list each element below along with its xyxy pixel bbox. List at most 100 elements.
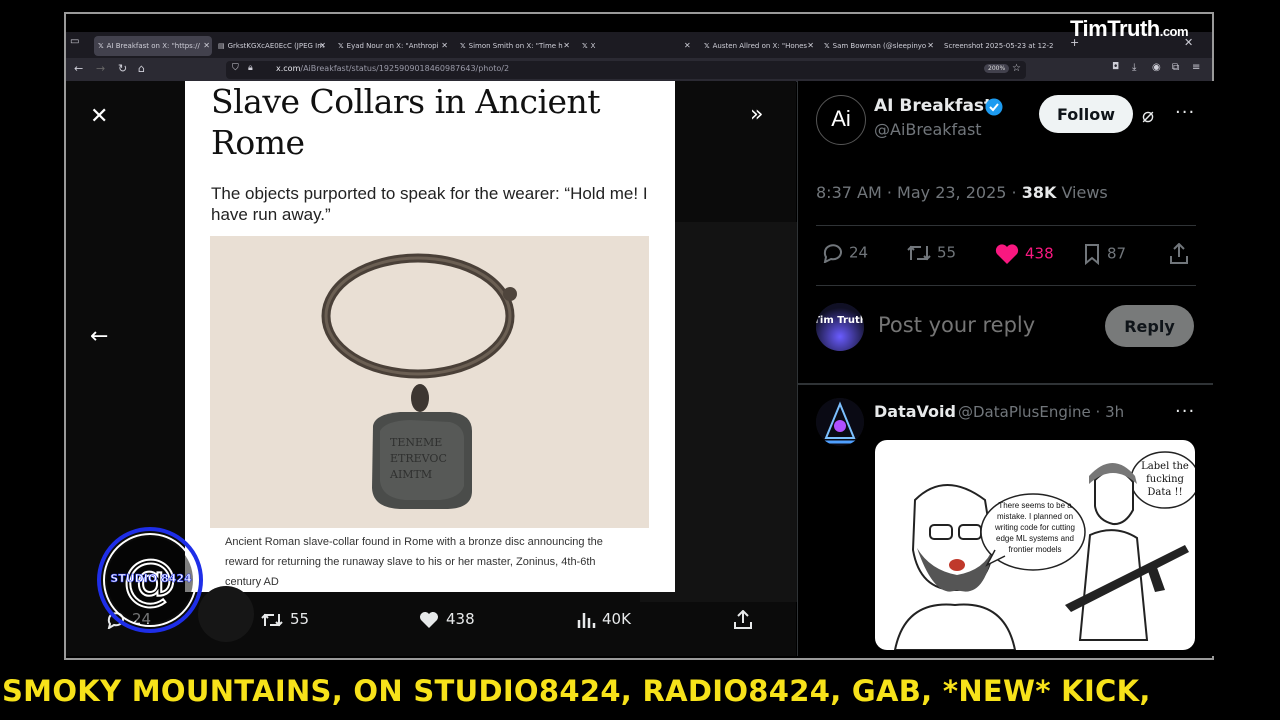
watermark-main: TimTruth [1070,16,1160,41]
watermark-suffix: .com [1159,24,1189,39]
tab-6[interactable]: 𝕏 Sam Bowman (@sleepinyo ✕ [824,36,936,56]
menu-icon[interactable]: ≡ [1192,62,1200,73]
collar-illustration: TENEME ETREVOC AIMTM [321,253,517,509]
viewer-repost-count: 55 [290,610,310,628]
studio-8424-logo: @ STUDIO 8424 [96,526,206,636]
close-icon[interactable]: ✕ [927,36,934,56]
grok-icon[interactable]: ⌀ [1142,103,1154,127]
viewer-like-button[interactable]: 438 [418,610,475,629]
reply-count: 24 [849,243,869,262]
tab-7[interactable]: Screenshot 2025-05-23 at 12-2 [944,36,1054,56]
tab-5[interactable]: 𝕏 Austen Allred on X: "Hones ✕ [704,36,816,56]
lock-icon[interactable]: 🔒︎ [248,63,253,73]
tab-1[interactable]: ▤ GrkstKGXcAE0EcC (JPEG Im ✕ [218,36,328,56]
article-image[interactable]: Slave Collars in Ancient Rome The object… [185,81,675,592]
more-options-icon[interactable]: ··· [1175,102,1195,123]
forward-icon[interactable]: → [96,62,105,75]
x-logo-icon: 𝕏 [338,42,344,50]
close-icon[interactable]: ✕ [807,36,814,56]
close-icon[interactable]: ✕ [441,36,448,56]
author-handle[interactable]: @AiBreakfast [874,120,982,139]
reply-author-handle[interactable]: @DataPlusEngine · 3h [958,403,1124,421]
tweet-views-count: 38K [1021,183,1057,202]
viewer-views-button[interactable]: 40K [576,610,631,629]
url-bar[interactable]: ⛉ 🔒︎ x.com/AiBreakfast/status/1925909018… [226,61,1026,79]
tim-truth-avatar-graphic: Tim Truth [816,303,864,351]
reload-icon[interactable]: ↻ [118,62,127,75]
extensions-icon[interactable]: ⧉ [1172,62,1179,73]
watermark-logo: TimTruth.com [1070,16,1189,42]
tab-label: Austen Allred on X: "Hones [712,42,808,50]
expand-panel-icon[interactable]: » [750,102,763,127]
article-title: Slave Collars in Ancient Rome [211,82,601,162]
ticker-text: SMOKY MOUNTAINS, ON STUDIO8424, RADIO842… [2,674,1151,708]
share-icon [1170,242,1188,264]
share-stat[interactable] [1168,242,1195,265]
repost-stat[interactable]: 55 [906,243,956,263]
close-viewer-icon[interactable]: ✕ [90,104,108,129]
author-avatar[interactable]: Ai [816,95,866,145]
reply-more-icon[interactable]: ··· [1175,401,1195,422]
reply-meme-image[interactable]: There seems to be a mistake. I planned o… [875,440,1195,650]
previous-photo-icon[interactable]: ← [90,324,108,349]
repost-icon [907,245,931,261]
close-icon[interactable]: ✕ [684,36,691,56]
reply-avatar[interactable] [816,398,864,446]
navigation-bar: ← → ↻ ⌂ ⛉ 🔒︎ x.com/AiBreakfast/status/19… [66,58,1212,82]
home-icon[interactable]: ⌂ [138,62,145,75]
article-caption: Ancient Roman slave-collar found in Rome… [225,536,603,588]
like-count: 438 [1025,244,1054,263]
x-logo-icon: 𝕏 [460,42,466,50]
reply-input[interactable] [876,312,1090,338]
bookmark-stat[interactable]: 87 [1082,243,1126,266]
reply-author-name[interactable]: DataVoid [874,402,956,421]
meme-right-speech: Label the fucking Data !! [1141,461,1189,498]
tweet-time[interactable]: 8:37 AM · May 23, 2025 · [816,183,1022,202]
url-path: /AiBreakfast/status/1925909018460987643/… [300,64,510,73]
tab-0[interactable]: 𝕏 AI Breakfast on X: "https://✕ [94,36,212,56]
pocket-icon[interactable]: ◘ [1112,62,1119,72]
section-divider [797,383,1213,385]
divider [816,225,1196,226]
reply-stat[interactable]: 24 [822,243,869,264]
tab-label: Sam Bowman (@sleepinyo [832,42,927,50]
close-icon[interactable]: ✕ [563,36,570,56]
tab-2[interactable]: 𝕏 Eyad Nour on X: "Anthropi ✕ [338,36,450,56]
close-icon[interactable]: ✕ [319,36,326,56]
avatar-text: Tim Truth [816,315,864,326]
account-icon[interactable]: ◉ [1152,62,1161,73]
shield-icon[interactable]: ⛉ [232,63,239,73]
bookmark-star-icon[interactable]: ☆ [1012,63,1021,74]
tab-label: X [590,42,596,50]
author-name[interactable]: AI Breakfast [874,96,992,116]
tab-4[interactable]: 𝕏X [582,36,694,56]
svg-text:AIMTM: AIMTM [389,468,432,481]
tab-overview-icon[interactable]: ▭ [70,36,79,47]
svg-text:TENEME: TENEME [390,436,442,449]
download-icon[interactable]: ⤓ [1132,62,1136,73]
tweet-timestamp: 8:37 AM · May 23, 2025 · 38K Views [816,183,1108,202]
heart-icon [420,611,438,628]
close-icon[interactable]: ✕ [203,36,210,56]
datavoid-avatar-graphic [816,398,864,446]
zoom-level[interactable]: 200% [984,64,1010,73]
back-icon[interactable]: ← [74,62,83,75]
tab-3[interactable]: 𝕏 Simon Smith on X: "Time h ✕ [460,36,572,56]
viewer-share-button[interactable] [732,609,760,630]
x-logo-icon: 𝕏 [582,42,588,50]
viewer-repost-button[interactable]: 55 [260,610,309,629]
reply-button[interactable]: Reply [1105,305,1194,347]
reply-icon [823,244,842,264]
x-logo-icon: 𝕏 [98,42,104,50]
user-avatar[interactable]: Tim Truth [816,303,864,351]
like-stat[interactable]: 438 [994,243,1054,265]
share-icon [734,609,752,629]
studio-logo-text: STUDIO 8424 [110,572,192,586]
follow-button[interactable]: Follow [1039,95,1133,133]
analytics-icon [577,612,596,628]
url-text[interactable]: x.com/AiBreakfast/status/192590901846098… [276,64,509,73]
verified-badge-icon [985,98,1003,116]
tab-label: Screenshot 2025-05-23 at 12-2 [944,42,1054,50]
heart-filled-icon [995,244,1019,264]
meme-left-speech: There seems to be a mistake. I planned o… [994,501,1076,554]
